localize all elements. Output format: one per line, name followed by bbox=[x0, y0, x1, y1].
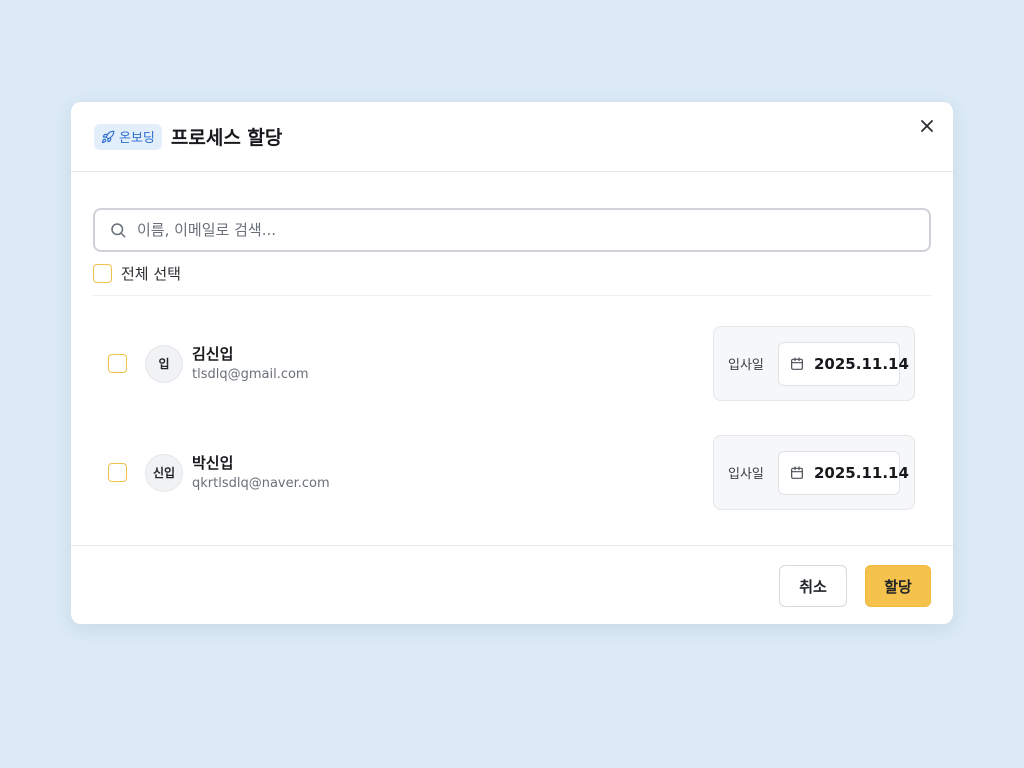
join-date-box: 입사일 2025.11.14 bbox=[713, 326, 915, 401]
avatar: 입 bbox=[145, 344, 183, 383]
join-date-label: 입사일 bbox=[728, 467, 764, 482]
search-input[interactable] bbox=[137, 221, 929, 239]
close-button[interactable] bbox=[915, 114, 939, 138]
badge-label: 온보딩 bbox=[119, 131, 155, 146]
join-date-value: 2025.11.14 bbox=[814, 354, 909, 373]
employee-info: 김신입 tlsdlq@gmail.com bbox=[192, 344, 309, 384]
employee-name: 박신입 bbox=[192, 453, 234, 472]
modal-header: 온보딩 프로세스 할당 bbox=[71, 102, 953, 172]
modal-title: 프로세스 할당 bbox=[170, 127, 283, 149]
select-all-checkbox[interactable] bbox=[93, 264, 112, 283]
join-date-label: 입사일 bbox=[728, 358, 764, 373]
assign-process-modal: 온보딩 프로세스 할당 전체 선택 입 김신입 tlsd bbox=[71, 102, 953, 624]
assign-button[interactable]: 할당 bbox=[865, 565, 931, 607]
avatar: 신입 bbox=[145, 453, 183, 492]
search-icon bbox=[111, 223, 126, 238]
modal-body: 전체 선택 입 김신입 tlsdlq@gmail.com 입사일 2025.11… bbox=[71, 172, 953, 510]
employee-checkbox[interactable] bbox=[108, 354, 127, 373]
select-all-row: 전체 선택 bbox=[93, 252, 931, 296]
employee-list: 입 김신입 tlsdlq@gmail.com 입사일 2025.11.14 신입… bbox=[93, 296, 931, 510]
list-item: 신입 박신입 qkrtlsdlq@naver.com 입사일 2025.11.1… bbox=[93, 435, 931, 510]
cancel-button[interactable]: 취소 bbox=[779, 565, 847, 607]
employee-checkbox[interactable] bbox=[108, 463, 127, 482]
rocket-icon bbox=[101, 130, 115, 143]
employee-email: tlsdlq@gmail.com bbox=[192, 366, 309, 382]
search-box[interactable] bbox=[93, 208, 931, 252]
calendar-icon bbox=[791, 356, 803, 370]
select-all-label: 전체 선택 bbox=[121, 265, 181, 283]
list-item: 입 김신입 tlsdlq@gmail.com 입사일 2025.11.14 bbox=[93, 326, 931, 401]
join-date-picker[interactable]: 2025.11.14 bbox=[778, 341, 909, 386]
join-date-picker[interactable]: 2025.11.14 bbox=[778, 450, 909, 495]
join-date-box: 입사일 2025.11.14 bbox=[713, 435, 915, 510]
employee-email: qkrtlsdlq@naver.com bbox=[192, 475, 330, 491]
join-date-value: 2025.11.14 bbox=[814, 463, 909, 482]
onboarding-badge: 온보딩 bbox=[94, 123, 162, 150]
employee-info: 박신입 qkrtlsdlq@naver.com bbox=[192, 453, 330, 493]
employee-name: 김신입 bbox=[192, 344, 234, 363]
close-icon bbox=[921, 120, 933, 132]
calendar-icon bbox=[791, 465, 803, 479]
modal-footer: 취소 할당 bbox=[71, 545, 953, 624]
